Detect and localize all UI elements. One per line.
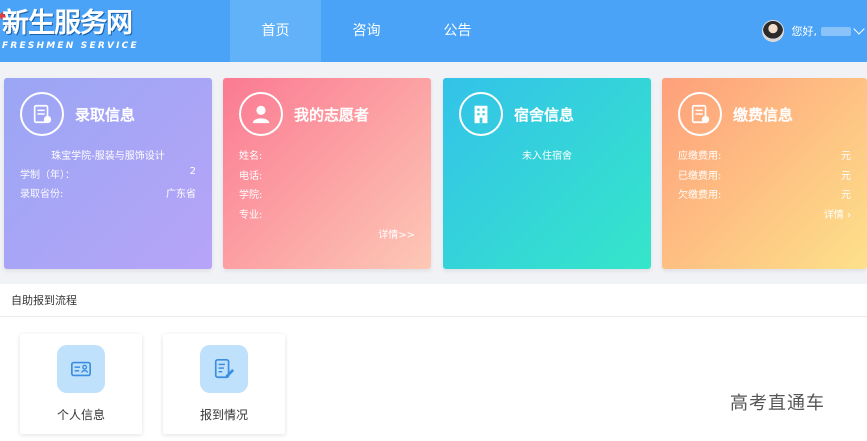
divider bbox=[0, 316, 867, 317]
volunteer-name-row: 姓名: bbox=[239, 147, 415, 162]
duration-label: 学制（年）： bbox=[20, 170, 75, 181]
card-admission[interactable]: 录取信息 珠宝学院-服装与服饰设计 学制（年）： 2 录取省份: 广东省 bbox=[4, 78, 212, 269]
major-text: 珠宝学院-服装与服饰设计 bbox=[51, 151, 165, 162]
volunteer-phone-row: 电话: bbox=[239, 167, 415, 182]
payment-row: 应缴费用: 元 bbox=[678, 147, 851, 162]
payment-label: 应缴费用: bbox=[678, 151, 722, 162]
card-volunteer[interactable]: 我的志愿者 姓名: 电话: 学院: 专业: 详情>> bbox=[223, 78, 431, 269]
field-label: 专业: bbox=[239, 210, 263, 221]
logo-subtitle: FRESHMEN SERVICE bbox=[2, 41, 139, 51]
card-dorm[interactable]: 宿舍信息 未入住宿舍 bbox=[443, 78, 651, 269]
province-row: 录取省份: 广东省 bbox=[20, 185, 196, 200]
payment-value: 元 bbox=[841, 190, 851, 201]
checkin-status-tile[interactable]: 报到情况 bbox=[163, 334, 285, 434]
card-title: 我的志愿者 bbox=[294, 106, 370, 124]
bill-icon bbox=[678, 92, 722, 136]
field-label: 姓名: bbox=[239, 151, 263, 162]
building-icon bbox=[459, 92, 503, 136]
avatar[interactable] bbox=[761, 20, 784, 42]
user-name-redacted bbox=[821, 26, 851, 36]
payment-label: 欠缴费用: bbox=[678, 190, 722, 201]
user-menu[interactable]: 您好, bbox=[761, 19, 865, 43]
field-label: 电话: bbox=[239, 171, 263, 182]
duration-row: 学制（年）： 2 bbox=[20, 166, 196, 181]
card-title: 录取信息 bbox=[75, 106, 136, 124]
site-logo[interactable]: 新生服务网 FRESHMEN SERVICE bbox=[0, 8, 140, 54]
document-icon bbox=[20, 92, 64, 136]
volunteer-details-link[interactable]: 详情>> bbox=[378, 226, 415, 241]
payment-label: 已缴费用: bbox=[678, 171, 722, 182]
dorm-status: 未入住宿舍 bbox=[522, 151, 572, 162]
field-label: 学院: bbox=[239, 190, 263, 201]
payment-row: 已缴费用: 元 bbox=[678, 167, 851, 182]
nav-notice[interactable]: 公告 bbox=[412, 0, 503, 62]
payment-value: 元 bbox=[841, 151, 851, 162]
volunteer-college-row: 学院: bbox=[239, 186, 415, 201]
watermark-text: 高考直通车 bbox=[730, 393, 825, 414]
info-cards-area: 录取信息 珠宝学院-服装与服饰设计 学制（年）： 2 录取省份: 广东省 我的志… bbox=[0, 62, 867, 284]
card-title: 缴费信息 bbox=[733, 106, 794, 124]
user-greeting: 您好, bbox=[791, 25, 818, 38]
tile-label: 报到情况 bbox=[199, 408, 248, 422]
id-card-icon bbox=[57, 345, 105, 393]
province-value: 广东省 bbox=[166, 189, 196, 200]
payment-details-link[interactable]: 详情 › bbox=[824, 206, 851, 221]
main-nav: 首页 咨询 公告 bbox=[230, 0, 503, 62]
volunteer-major-row: 专业: bbox=[239, 206, 415, 221]
personal-info-tile[interactable]: 个人信息 bbox=[20, 334, 142, 434]
section-title: 自助报到流程 bbox=[11, 294, 77, 307]
card-title: 宿舍信息 bbox=[514, 106, 575, 124]
card-payment[interactable]: 缴费信息 应缴费用: 元 已缴费用: 元 欠缴费用: 元 详情 › bbox=[662, 78, 867, 269]
user-icon bbox=[239, 92, 283, 136]
payment-row: 欠缴费用: 元 bbox=[678, 186, 851, 201]
chevron-down-icon[interactable] bbox=[853, 22, 865, 35]
duration-value: 2 bbox=[189, 166, 196, 177]
edit-document-icon bbox=[200, 345, 248, 393]
province-label: 录取省份: bbox=[20, 189, 64, 200]
tile-label: 个人信息 bbox=[56, 408, 105, 422]
top-header: 新生服务网 FRESHMEN SERVICE 首页 咨询 公告 您好, bbox=[0, 0, 867, 62]
logo-title: 新生服务网 bbox=[2, 8, 133, 39]
payment-value: 元 bbox=[841, 171, 851, 182]
nav-consult[interactable]: 咨询 bbox=[321, 0, 412, 62]
nav-home[interactable]: 首页 bbox=[230, 0, 321, 62]
